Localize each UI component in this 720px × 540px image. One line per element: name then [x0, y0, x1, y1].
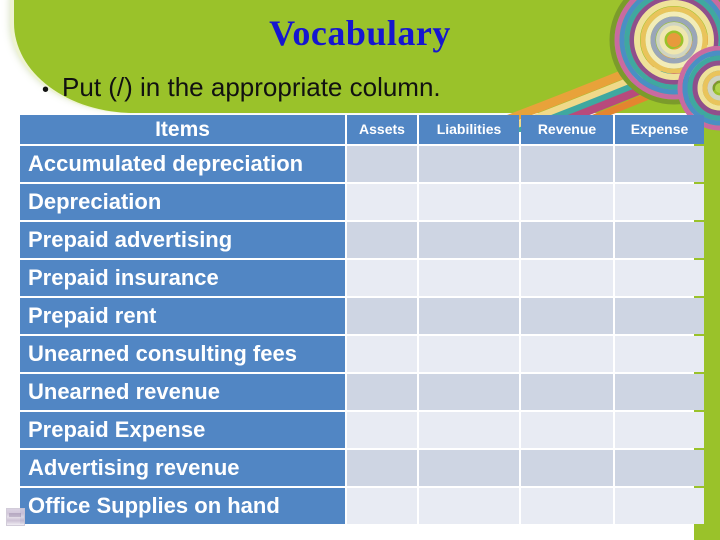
item-label: Prepaid Expense	[20, 412, 345, 448]
cell-revenue[interactable]	[521, 184, 613, 220]
column-header-liabilities: Liabilities	[419, 115, 519, 144]
page-title: Vocabulary	[269, 13, 451, 53]
table-row: Office Supplies on hand	[20, 488, 704, 524]
cell-liabilities[interactable]	[419, 222, 519, 258]
cell-liabilities[interactable]	[419, 336, 519, 372]
cell-revenue[interactable]	[521, 374, 613, 410]
item-label: Prepaid advertising	[20, 222, 345, 258]
cell-revenue[interactable]	[521, 222, 613, 258]
cell-revenue[interactable]	[521, 450, 613, 486]
cell-assets[interactable]	[347, 146, 417, 182]
item-label: Office Supplies on hand	[20, 488, 345, 524]
table-row: Prepaid rent	[20, 298, 704, 334]
table-row: Advertising revenue	[20, 450, 704, 486]
cell-expense[interactable]	[615, 146, 704, 182]
cell-assets[interactable]	[347, 222, 417, 258]
cell-expense[interactable]	[615, 222, 704, 258]
cell-revenue[interactable]	[521, 146, 613, 182]
cell-assets[interactable]	[347, 488, 417, 524]
item-label: Prepaid insurance	[20, 260, 345, 296]
cell-expense[interactable]	[615, 260, 704, 296]
cell-expense[interactable]	[615, 184, 704, 220]
cell-expense[interactable]	[615, 298, 704, 334]
cell-revenue[interactable]	[521, 336, 613, 372]
item-label: Accumulated depreciation	[20, 146, 345, 182]
table-row: Unearned revenue	[20, 374, 704, 410]
table-body: Accumulated depreciation Depreciation Pr…	[20, 146, 704, 524]
cell-liabilities[interactable]	[419, 184, 519, 220]
cell-assets[interactable]	[347, 336, 417, 372]
slide-canvas: Vocabulary • Put (/) in the appropriate …	[0, 0, 720, 540]
cell-assets[interactable]	[347, 184, 417, 220]
table-row: Prepaid insurance	[20, 260, 704, 296]
table-header-row: Items Assets Liabilities Revenue Expense	[20, 115, 704, 144]
cell-expense[interactable]	[615, 374, 704, 410]
cell-liabilities[interactable]	[419, 488, 519, 524]
cell-assets[interactable]	[347, 412, 417, 448]
image-thumbnail-icon	[6, 508, 25, 526]
item-label: Prepaid rent	[20, 298, 345, 334]
column-header-assets: Assets	[347, 115, 417, 144]
cell-revenue[interactable]	[521, 488, 613, 524]
cell-expense[interactable]	[615, 412, 704, 448]
table-row: Depreciation	[20, 184, 704, 220]
item-label: Depreciation	[20, 184, 345, 220]
item-label: Unearned consulting fees	[20, 336, 345, 372]
vocabulary-table: Items Assets Liabilities Revenue Expense…	[18, 113, 706, 526]
table-header: Items Assets Liabilities Revenue Expense	[20, 115, 704, 144]
cell-expense[interactable]	[615, 450, 704, 486]
cell-liabilities[interactable]	[419, 260, 519, 296]
cell-liabilities[interactable]	[419, 450, 519, 486]
cell-assets[interactable]	[347, 260, 417, 296]
cell-liabilities[interactable]	[419, 412, 519, 448]
cell-assets[interactable]	[347, 298, 417, 334]
cell-assets[interactable]	[347, 450, 417, 486]
instruction-text: Put (/) in the appropriate column.	[62, 72, 441, 102]
column-header-revenue: Revenue	[521, 115, 613, 144]
column-header-expense: Expense	[615, 115, 704, 144]
cell-revenue[interactable]	[521, 412, 613, 448]
cell-liabilities[interactable]	[419, 374, 519, 410]
cell-expense[interactable]	[615, 488, 704, 524]
cell-assets[interactable]	[347, 374, 417, 410]
table-row: Prepaid advertising	[20, 222, 704, 258]
cell-revenue[interactable]	[521, 298, 613, 334]
table-row: Accumulated depreciation	[20, 146, 704, 182]
table-row: Prepaid Expense	[20, 412, 704, 448]
bullet-dot-icon: •	[42, 79, 50, 101]
instruction-bullet: • Put (/) in the appropriate column.	[42, 72, 441, 103]
column-header-items: Items	[20, 115, 345, 144]
item-label: Advertising revenue	[20, 450, 345, 486]
table-row: Unearned consulting fees	[20, 336, 704, 372]
cell-revenue[interactable]	[521, 260, 613, 296]
item-label: Unearned revenue	[20, 374, 345, 410]
cell-liabilities[interactable]	[419, 298, 519, 334]
cell-liabilities[interactable]	[419, 146, 519, 182]
cell-expense[interactable]	[615, 336, 704, 372]
